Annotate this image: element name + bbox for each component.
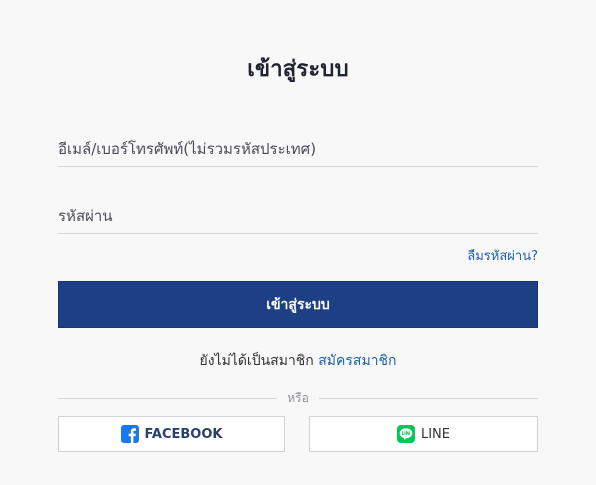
email-field-wrapper — [58, 132, 538, 167]
line-label: LINE — [420, 426, 450, 442]
facebook-label: FACEBOOK — [144, 426, 223, 442]
or-divider: หรือ — [58, 389, 538, 407]
divider-line-right — [318, 397, 538, 399]
login-button[interactable]: เข้าสู่ระบบ — [58, 281, 538, 328]
page-title: เข้าสู่ระบบ — [247, 57, 349, 82]
password-field-wrapper — [58, 199, 538, 234]
email-field[interactable] — [58, 132, 538, 166]
register-prompt-text: ยังไม่ได้เป็นสมาชิก — [199, 353, 314, 369]
divider-label: หรือ — [287, 390, 309, 405]
forgot-password-link[interactable]: ลืมรหัสผ่าน? — [467, 245, 538, 266]
facebook-icon — [120, 425, 139, 443]
divider-line-left — [58, 397, 278, 399]
line-icon — [396, 425, 415, 443]
facebook-login-button[interactable]: FACEBOOK — [58, 416, 285, 452]
register-link[interactable]: สมัครสมาชิก — [318, 353, 396, 369]
register-prompt: ยังไม่ได้เป็นสมาชิก สมัครสมาชิก — [0, 350, 596, 372]
line-login-button[interactable]: LINE — [309, 416, 538, 452]
login-page: เข้าสู่ระบบ ลืมรหัสผ่าน? เข้าสู่ระบบ ยัง… — [0, 0, 596, 485]
password-field[interactable] — [58, 199, 538, 233]
